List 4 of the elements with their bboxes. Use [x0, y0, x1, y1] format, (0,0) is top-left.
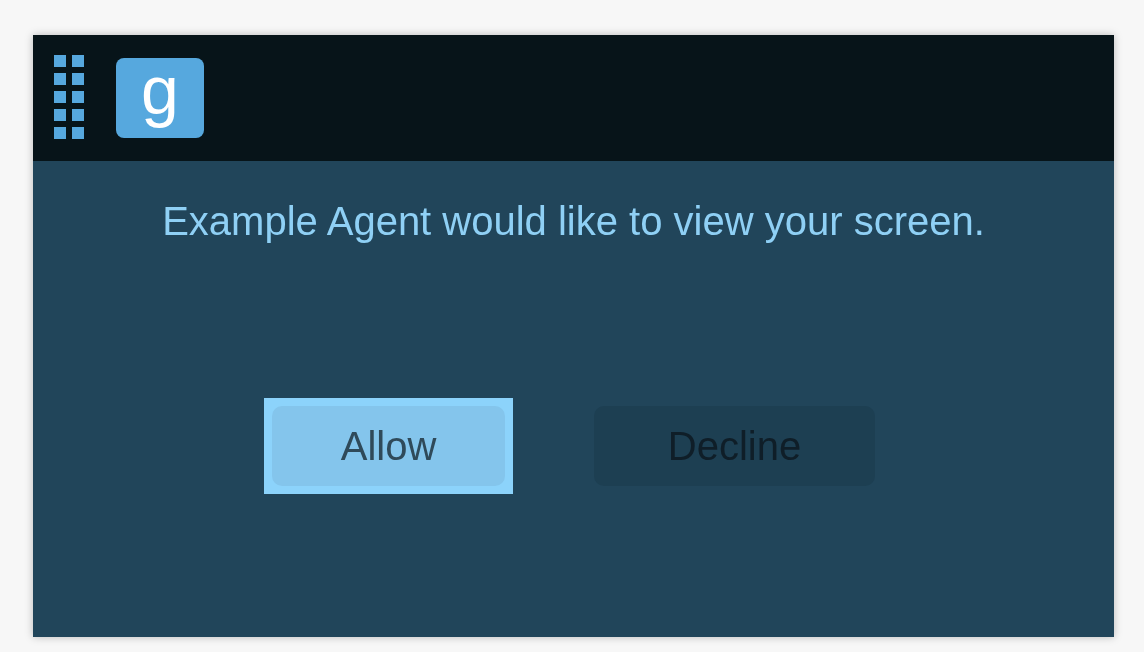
permission-message: Example Agent would like to view your screen. [162, 199, 985, 244]
app-logo: g [116, 58, 204, 138]
allow-button[interactable]: Allow [272, 406, 505, 486]
grid-icon[interactable] [54, 55, 86, 141]
